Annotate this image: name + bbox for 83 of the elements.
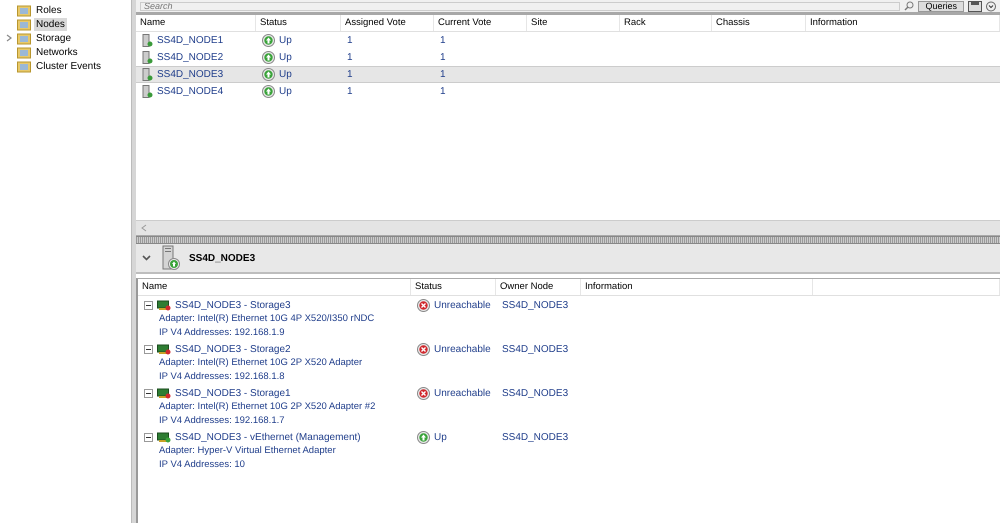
adapter-description: Adapter: Hyper-V Virtual Ethernet Adapter (158, 444, 337, 458)
table-cell: SS4D_NODE2 (157, 52, 224, 63)
ip-address: IP V4 Addresses: 192.168.1.7 (158, 414, 286, 428)
search-field[interactable]: Search (140, 2, 900, 10)
column-header[interactable]: Site (527, 15, 620, 31)
table-cell-text: 1 (439, 52, 447, 63)
sidebar-item[interactable]: Roles (34, 4, 64, 16)
queries-button[interactable]: Queries (918, 0, 964, 12)
folder-icon (17, 46, 31, 58)
table-cell: Up (279, 86, 292, 97)
table-cell-text: 1 (439, 35, 447, 46)
table-cell-text: 1 (439, 69, 447, 80)
adapter-name: SS4D_NODE3 - Storage2 (175, 344, 291, 355)
sidebar-item[interactable]: Storage (34, 32, 74, 44)
column-header[interactable]: Name (138, 279, 411, 295)
table-cell: Up (434, 432, 447, 443)
network-adapter-icon (157, 344, 171, 355)
table-cell-text: 1 (346, 52, 354, 63)
network-adapter-icon (157, 388, 171, 399)
table-row[interactable]: SS4D_NODE4 Up 1 1 (136, 83, 1000, 100)
save-icon[interactable] (968, 0, 982, 12)
table-cell-text: 1 (346, 86, 354, 97)
table-cell: SS4D_NODE3 (157, 69, 224, 80)
table-cell: SS4D_NODE3 (502, 300, 568, 311)
table-cell: Up (279, 35, 292, 46)
ip-address: IP V4 Addresses: 192.168.1.9 (158, 326, 286, 340)
table-row[interactable]: SS4D_NODE3 Up 1 1 (136, 66, 1000, 83)
table-cell: Up (279, 52, 292, 63)
adapter-description: Adapter: Intel(R) Ethernet 10G 2P X520 Adapter #2 (158, 400, 376, 414)
sidebar-item[interactable]: Nodes (34, 18, 67, 30)
column-header[interactable]: Status (411, 279, 496, 295)
server-icon (142, 51, 153, 64)
adapter-name: SS4D_NODE3 - Storage1 (175, 388, 291, 399)
column-header[interactable]: Status (256, 15, 341, 31)
sidebar-item[interactable]: Networks (34, 46, 80, 58)
column-header[interactable]: Current Vote (434, 15, 527, 31)
column-header[interactable]: Name (136, 15, 256, 31)
table-cell: SS4D_NODE3 (502, 432, 568, 443)
horizontal-scrollbar[interactable] (136, 220, 1000, 235)
table-row[interactable]: SS4D_NODE2 Up 1 1 (136, 49, 1000, 66)
adapter-name: SS4D_NODE3 - vEthernet (Management) (175, 432, 361, 443)
server-icon (142, 34, 153, 47)
column-header[interactable]: Information (806, 15, 1000, 31)
table-cell: Unreachable (434, 344, 491, 355)
table-cell-text: 1 (346, 69, 354, 80)
column-header[interactable]: Chassis (712, 15, 806, 31)
expand-chevron-icon[interactable] (6, 34, 14, 42)
collapse-toggle-icon[interactable] (144, 301, 153, 310)
collapse-toggle-icon[interactable] (144, 389, 153, 398)
server-icon (142, 68, 153, 81)
folder-icon (17, 18, 31, 30)
column-header[interactable]: Assigned Vote (341, 15, 434, 31)
details-title: SS4D_NODE3 (189, 252, 256, 264)
table-cell: SS4D_NODE4 (157, 86, 224, 97)
table-cell: Unreachable (434, 300, 491, 311)
search-icon (904, 1, 914, 11)
network-adapter-icon (157, 432, 171, 443)
table-cell: SS4D_NODE1 (157, 35, 224, 46)
sidebar-item[interactable]: Cluster Events (34, 60, 104, 72)
chevron-down-icon[interactable] (986, 0, 996, 12)
adapter-description: Adapter: Intel(R) Ethernet 10G 2P X520 Adapter (158, 356, 364, 370)
adapter-name: SS4D_NODE3 - Storage3 (175, 300, 291, 311)
folder-icon (17, 4, 31, 16)
table-cell: SS4D_NODE3 (502, 344, 568, 355)
folder-icon (17, 32, 31, 44)
column-header[interactable]: Owner Node (496, 279, 581, 295)
table-cell: SS4D_NODE3 (502, 388, 568, 399)
ip-address: IP V4 Addresses: 192.168.1.8 (158, 370, 286, 384)
collapse-chevron-icon[interactable] (142, 255, 151, 261)
collapse-toggle-icon[interactable] (144, 345, 153, 354)
ip-address: IP V4 Addresses: 10 (158, 458, 246, 472)
adapter-description: Adapter: Intel(R) Ethernet 10G 4P X520/I350 rNDC (158, 312, 376, 326)
folder-icon (17, 60, 31, 72)
table-row[interactable]: SS4D_NODE1 Up 1 1 (136, 32, 1000, 49)
server-icon (142, 85, 153, 98)
table-cell-text: 1 (346, 35, 354, 46)
column-header[interactable]: Information (581, 279, 813, 295)
network-adapter-icon (157, 300, 171, 311)
table-cell: Unreachable (434, 388, 491, 399)
collapse-toggle-icon[interactable] (144, 433, 153, 442)
column-header[interactable]: Rack (620, 15, 712, 31)
table-cell-text: 1 (439, 86, 447, 97)
table-cell: Up (279, 69, 292, 80)
